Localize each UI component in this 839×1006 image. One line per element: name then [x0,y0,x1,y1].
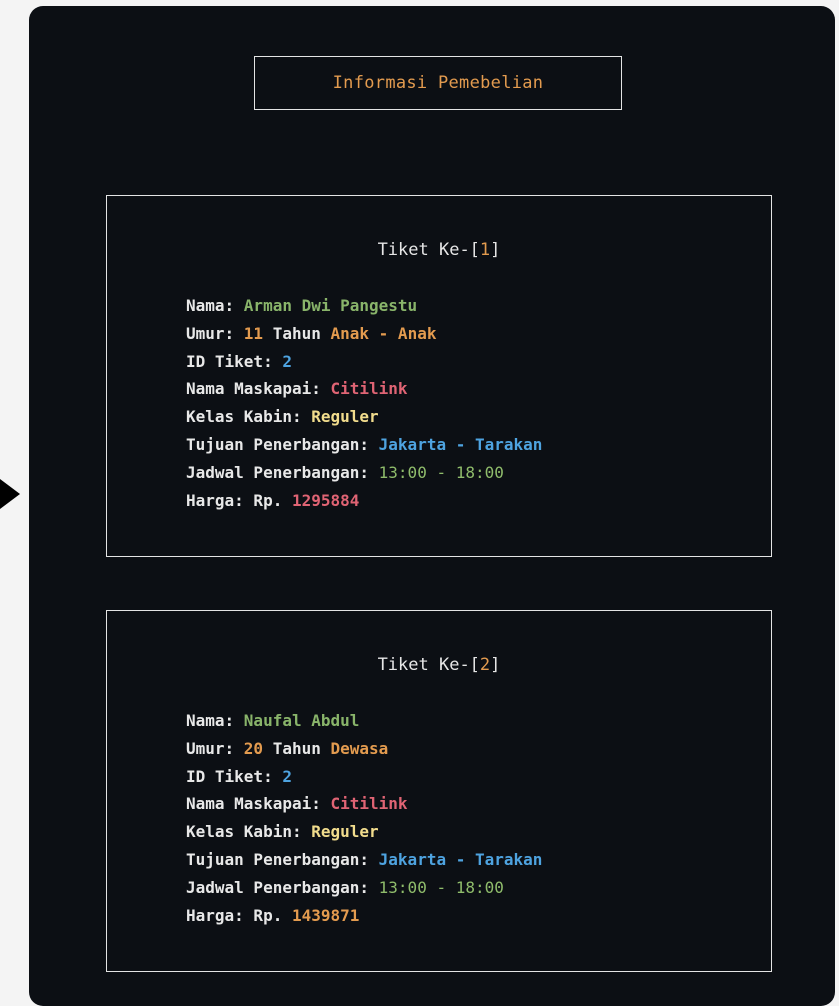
maskapai-row: Nama Maskapai: Citilink [186,375,542,403]
umur-row: Umur: 20 Tahun Dewasa [186,735,542,763]
maskapai-value: Citilink [330,379,408,399]
maskapai-row: Nama Maskapai: Citilink [186,790,542,818]
age-category: Anak - Anak [330,323,437,343]
ticket-details: Nama: Arman Dwi Pangestu Umur: 11 Tahun … [186,292,542,514]
tujuan-value: Jakarta - Tarakan [378,849,543,869]
page-title-box: Informasi Pemebelian [254,56,622,110]
harga-value: 1439871 [291,905,360,925]
id-value: 2 [282,351,292,371]
id-value: 2 [282,766,292,786]
ticket-heading-suffix: ] [490,240,501,260]
jadwal-row: Jadwal Penerbangan: 13:00 - 18:00 [186,459,542,487]
nama-label: Nama: [186,711,244,730]
id-label: ID Tiket: [186,766,283,786]
umur-value: 20 [243,738,264,758]
maskapai-label: Nama Maskapai: [186,794,331,814]
id-label: ID Tiket: [186,351,283,371]
nama-value: Naufal Abdul [243,711,360,730]
nama-row: Nama: Naufal Abdul [186,707,542,735]
kelas-row: Kelas Kabin: Reguler [186,818,542,846]
ticket-heading: Tiket Ke-[1] [107,240,771,260]
tujuan-label: Tujuan Penerbangan: [186,434,379,454]
ticket-number: 1 [479,240,491,260]
ticket-heading-suffix: ] [490,655,501,675]
tahun-label: Tahun [263,738,331,758]
ticket-heading-prefix: Tiket Ke-[ [377,655,480,675]
triangle-right-icon [0,479,20,509]
kelas-row: Kelas Kabin: Reguler [186,403,542,431]
tujuan-row: Tujuan Penerbangan: Jakarta - Tarakan [186,846,542,874]
id-row: ID Tiket: 2 [186,763,542,791]
umur-label: Umur: [186,323,244,343]
umur-value: 11 [243,323,264,343]
jadwal-value: 13:00 - 18:00 [378,877,504,897]
ticket-heading: Tiket Ke-[2] [107,655,771,675]
kelas-value: Reguler [311,822,379,842]
tujuan-value: Jakarta - Tarakan [378,434,543,454]
jadwal-label: Jadwal Penerbangan: [186,877,379,897]
jadwal-row: Jadwal Penerbangan: 13:00 - 18:00 [186,874,542,902]
umur-label: Umur: [186,738,244,758]
kelas-value: Reguler [311,407,379,427]
maskapai-label: Nama Maskapai: [186,379,331,399]
tujuan-label: Tujuan Penerbangan: [186,849,379,869]
id-row: ID Tiket: 2 [186,348,542,376]
age-category: Dewasa [330,738,389,758]
ticket-card-1: Tiket Ke-[1] Nama: Arman Dwi Pangestu Um… [106,195,772,557]
nama-label: Nama: [186,296,244,315]
kelas-label: Kelas Kabin: [186,407,312,427]
harga-label: Harga: Rp. [186,905,292,925]
umur-row: Umur: 11 Tahun Anak - Anak [186,320,542,348]
ticket-details: Nama: Naufal Abdul Umur: 20 Tahun Dewasa… [186,707,542,929]
page-title: Informasi Pemebelian [332,73,544,93]
tahun-label: Tahun [263,323,331,343]
ticket-heading-prefix: Tiket Ke-[ [377,240,480,260]
jadwal-label: Jadwal Penerbangan: [186,462,379,482]
harga-label: Harga: Rp. [186,490,292,510]
harga-row: Harga: Rp. 1295884 [186,487,542,515]
harga-value: 1295884 [291,490,360,510]
jadwal-value: 13:00 - 18:00 [378,462,504,482]
ticket-number: 2 [479,655,491,675]
nama-row: Nama: Arman Dwi Pangestu [186,292,542,320]
kelas-label: Kelas Kabin: [186,822,312,842]
tujuan-row: Tujuan Penerbangan: Jakarta - Tarakan [186,431,542,459]
harga-row: Harga: Rp. 1439871 [186,902,542,930]
maskapai-value: Citilink [330,794,408,814]
terminal-window: Informasi Pemebelian Tiket Ke-[1] Nama: … [29,6,835,1006]
nama-value: Arman Dwi Pangestu [243,296,418,315]
ticket-card-2: Tiket Ke-[2] Nama: Naufal Abdul Umur: 20… [106,610,772,972]
